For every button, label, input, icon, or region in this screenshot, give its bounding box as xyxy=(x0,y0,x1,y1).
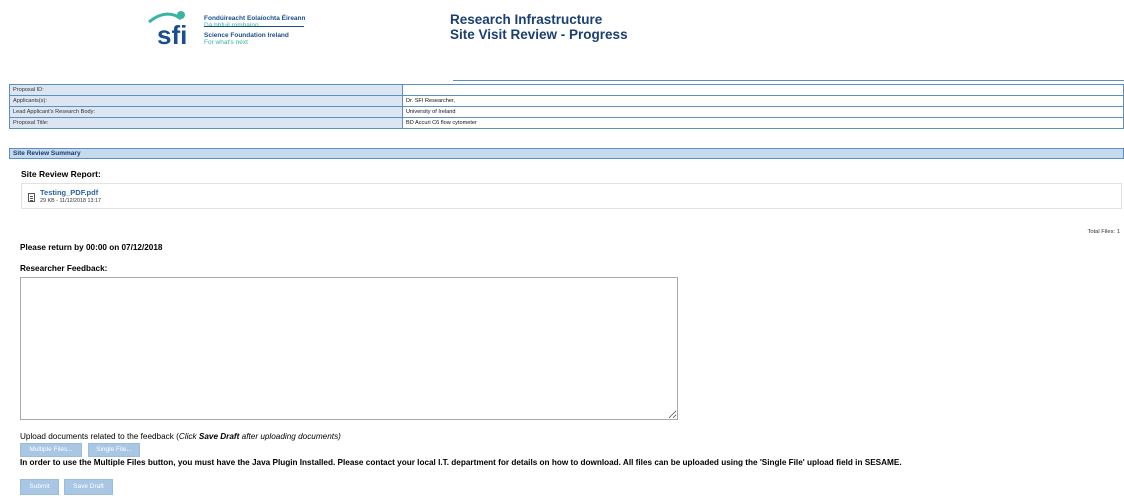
research-body-value: University of Ireland xyxy=(402,106,1124,118)
section-header-site-review-summary: Site Review Summary xyxy=(9,148,1124,159)
logo-english-name: Science Foundation Ireland xyxy=(204,32,289,39)
single-file-button[interactable]: Single File... xyxy=(88,443,140,457)
logo-irish-name: Fondúireacht Eolaíochta Éireann xyxy=(204,15,306,22)
researcher-feedback-textarea[interactable] xyxy=(20,277,678,420)
logo-english-tagline: For what's next xyxy=(204,39,248,46)
java-plugin-notice: In order to use the Multiple Files butto… xyxy=(20,458,902,467)
table-row: Lead Applicant's Research Body: Universi… xyxy=(9,106,1124,118)
file-meta: 29 KB - 11/12/2018 13:17 xyxy=(40,198,102,204)
return-deadline: Please return by 00:00 on 07/12/2018 xyxy=(20,243,163,252)
total-files-count: Total Files: 1 xyxy=(1087,229,1120,235)
table-row: Applicants(s): Dr. SFI Researcher, xyxy=(9,95,1124,107)
upload-instructions: Upload documents related to the feedback… xyxy=(20,432,341,441)
upload-note-suffix: after uploading documents) xyxy=(239,432,341,441)
info-top-gap xyxy=(403,79,453,81)
document-icon xyxy=(28,193,35,202)
save-draft-button[interactable]: Save Draft xyxy=(64,479,113,495)
proposal-info-table: Proposal ID: Applicants(s): Dr. SFI Rese… xyxy=(9,84,1124,129)
proposal-title-value: BD Accuri C6 flow cytometer xyxy=(402,117,1124,129)
info-top-divider xyxy=(403,80,1124,81)
proposal-id-label: Proposal ID: xyxy=(9,84,403,96)
submit-button[interactable]: Submit xyxy=(20,479,59,495)
proposal-title-label: Proposal Title: xyxy=(9,117,403,129)
upload-note-click: Click xyxy=(178,432,199,441)
table-row: Proposal ID: xyxy=(9,84,1124,96)
file-link[interactable]: Testing_PDF.pdf xyxy=(40,188,98,197)
researcher-feedback-label: Researcher Feedback: xyxy=(20,264,108,273)
research-body-label: Lead Applicant's Research Body: xyxy=(9,106,403,118)
multiple-files-button[interactable]: Multiple Files... xyxy=(20,443,82,457)
page-title-line2: Site Visit Review - Progress xyxy=(450,27,628,42)
table-row: Proposal Title: BD Accuri C6 flow cytome… xyxy=(9,117,1124,129)
svg-text:sfi: sfi xyxy=(157,20,187,48)
proposal-id-value xyxy=(402,84,1124,96)
page-title: Research Infrastructure Site Visit Revie… xyxy=(450,12,628,42)
logo-divider xyxy=(204,26,304,27)
applicants-value: Dr. SFI Researcher, xyxy=(402,95,1124,107)
file-list: Testing_PDF.pdf 29 KB - 11/12/2018 13:17 xyxy=(21,183,1122,209)
site-review-report-label: Site Review Report: xyxy=(21,169,101,179)
upload-note-prefix: Upload documents related to the feedback… xyxy=(20,432,179,441)
applicants-label: Applicants(s): xyxy=(9,95,403,107)
logo-text: Fondúireacht Eolaíochta Éireann Dá bhfui… xyxy=(204,15,306,46)
page-title-line1: Research Infrastructure xyxy=(450,12,603,27)
sfi-mark-icon: sfi xyxy=(148,11,187,48)
upload-note-save-draft: Save Draft xyxy=(198,432,240,441)
